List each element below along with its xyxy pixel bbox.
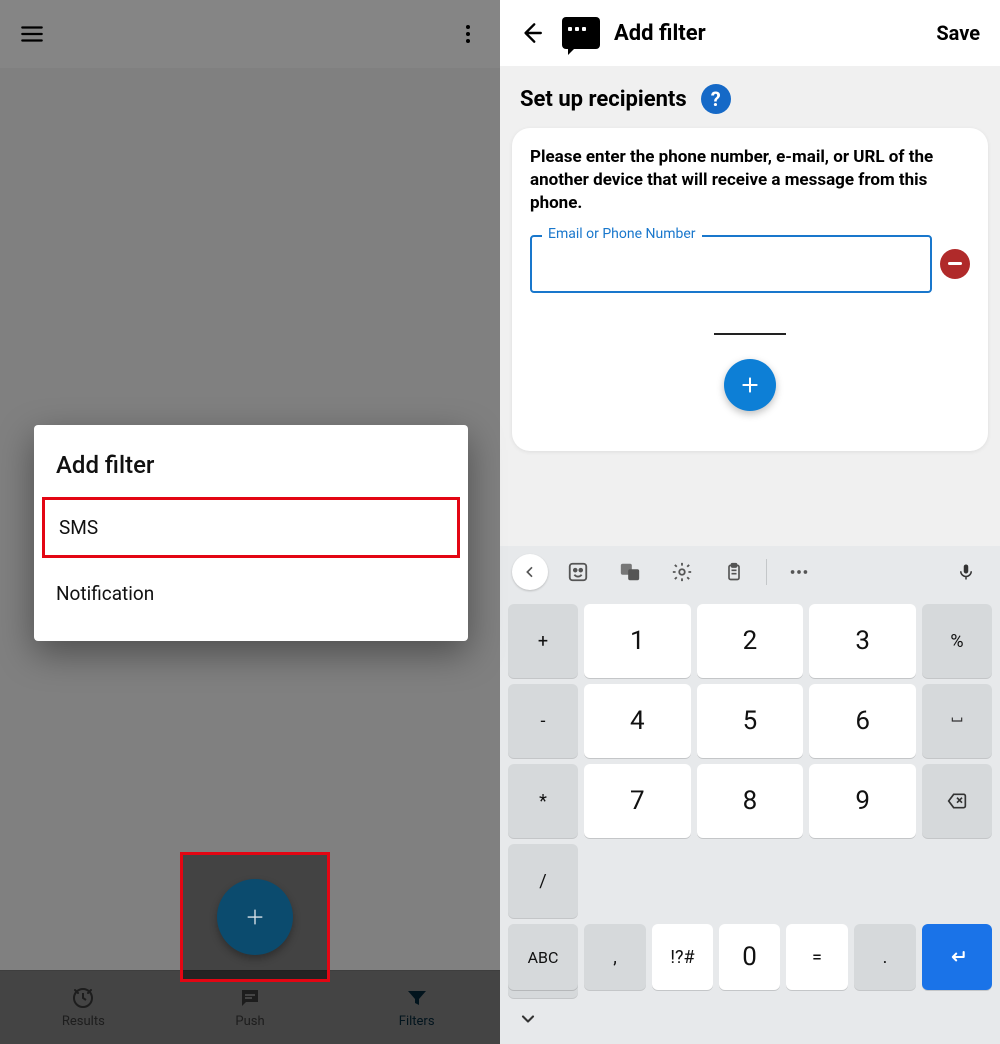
key-minus[interactable]: -	[508, 684, 578, 758]
kbd-toolbar	[500, 546, 1000, 598]
instruction-text: Please enter the phone number, e-mail, o…	[530, 146, 970, 215]
key-abc[interactable]: ABC	[508, 924, 578, 990]
save-button[interactable]: Save	[930, 15, 986, 51]
page-title: Add filter	[614, 21, 916, 46]
dialog-title: Add filter	[34, 425, 468, 497]
key-8[interactable]: 8	[697, 764, 804, 838]
key-symbols[interactable]: !?#	[652, 924, 713, 990]
recipient-field: Email or Phone Number	[530, 235, 932, 293]
key-3[interactable]: 3	[809, 604, 916, 678]
kbd-hide-icon[interactable]	[518, 1009, 538, 1033]
clipboard-icon[interactable]	[712, 554, 756, 590]
divider	[714, 333, 786, 335]
key-1[interactable]: 1	[584, 604, 691, 678]
key-enter[interactable]	[922, 924, 992, 990]
settings-icon[interactable]	[660, 554, 704, 590]
key-6[interactable]: 6	[809, 684, 916, 758]
key-comma[interactable]: ,	[584, 924, 646, 990]
mic-icon[interactable]	[944, 554, 988, 590]
key-9[interactable]: 9	[809, 764, 916, 838]
key-equals[interactable]: =	[786, 924, 848, 990]
key-percent[interactable]: %	[922, 604, 992, 678]
add-filter-dialog: Add filter SMS Notification	[34, 425, 468, 641]
add-filter-fab[interactable]	[217, 879, 293, 955]
screen-filters-modal: Results Push Filters Add filter SMS	[0, 0, 500, 1044]
key-slash[interactable]: /	[508, 844, 578, 918]
key-plus[interactable]: +	[508, 604, 578, 678]
key-4[interactable]: 4	[584, 684, 691, 758]
key-2[interactable]: 2	[697, 604, 804, 678]
kbd-hide-row	[500, 998, 1000, 1044]
back-icon[interactable]	[514, 16, 548, 50]
key-7[interactable]: 7	[584, 764, 691, 838]
recipient-input[interactable]	[530, 235, 932, 293]
remove-recipient-button[interactable]	[940, 249, 970, 279]
recipients-card: Please enter the phone number, e-mail, o…	[512, 128, 988, 451]
recipient-label: Email or Phone Number	[542, 226, 702, 242]
more-icon[interactable]	[777, 554, 821, 590]
kbd-collapse-icon[interactable]	[512, 554, 548, 590]
key-space[interactable]	[922, 684, 992, 758]
translate-icon[interactable]	[608, 554, 652, 590]
right-topbar: Add filter Save	[500, 0, 1000, 66]
option-sms-highlight: SMS	[42, 497, 460, 558]
section-title: Set up recipients	[520, 87, 687, 112]
key-5[interactable]: 5	[697, 684, 804, 758]
help-icon[interactable]: ?	[701, 84, 731, 114]
key-star[interactable]: *	[508, 764, 578, 838]
app-logo-icon	[562, 17, 600, 49]
option-sms[interactable]: SMS	[45, 500, 457, 555]
soft-keyboard: + 1 2 3 % - 4 5 6 * 7 8 9 /	[500, 546, 1000, 1044]
add-recipient-button[interactable]	[724, 359, 776, 411]
key-dot[interactable]: .	[854, 924, 916, 990]
fab-highlight	[180, 852, 330, 982]
key-backspace[interactable]	[922, 764, 992, 838]
screen-add-filter-recipients: Add filter Save Set up recipients ? Plea…	[500, 0, 1000, 1044]
section-header: Set up recipients ?	[500, 66, 1000, 128]
option-notification[interactable]: Notification	[34, 564, 468, 623]
sticker-icon[interactable]	[556, 554, 600, 590]
key-0[interactable]: 0	[719, 924, 780, 990]
